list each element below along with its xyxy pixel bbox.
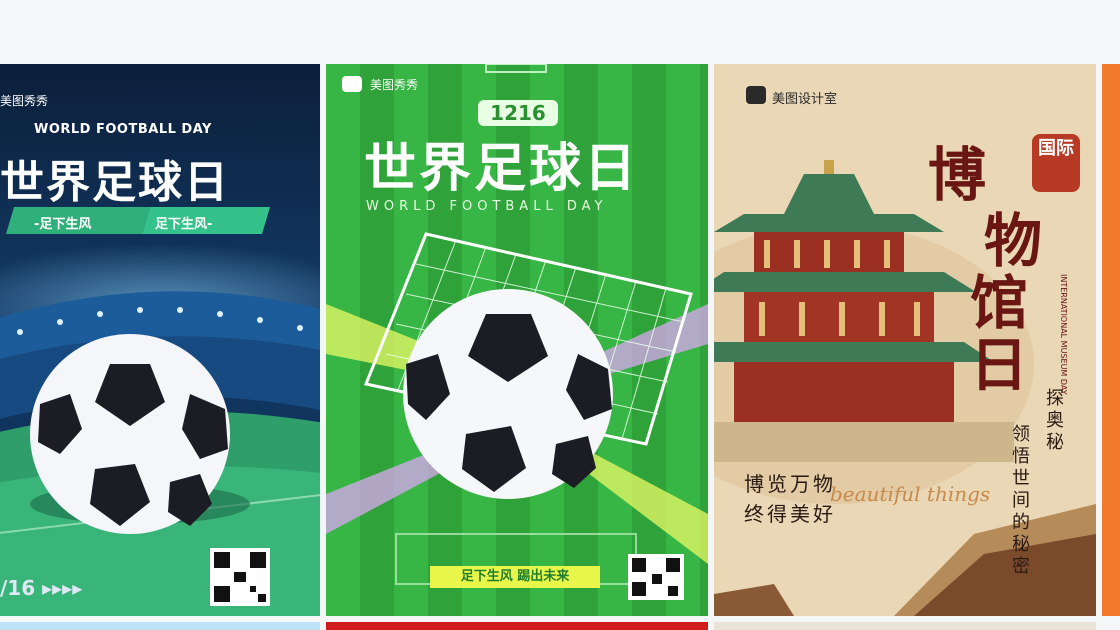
slogan-banner: 足下生风 踢出未来	[430, 566, 600, 588]
date-label: /16 ▸▸▸▸	[0, 576, 83, 600]
title-char-1: 博	[928, 141, 987, 209]
brand-logo-icon	[746, 86, 766, 104]
slogan-line-2: 终得美好	[744, 502, 836, 526]
template-card-football-green[interactable]: 美图秀秀 1216 世界足球日 WORLD FOOTBALL DAY 足下生风 …	[326, 64, 708, 616]
top-toolbar-area	[0, 0, 1120, 64]
next-row-card-3[interactable]	[714, 622, 1096, 630]
brand-label: 美图秀秀	[370, 78, 419, 92]
script-text: beautiful things	[830, 482, 991, 506]
slogan-line-1: 博览万物	[744, 472, 836, 496]
subtitle-en: WORLD FOOTBALL DAY	[34, 122, 212, 137]
brand-logo-icon	[342, 76, 362, 92]
vertical-text-2: 领悟世间的秘密	[1009, 424, 1030, 578]
template-card-partial[interactable]	[1102, 64, 1120, 616]
seal-badge: 国际	[1032, 134, 1080, 192]
qr-code-icon	[210, 548, 270, 606]
tag-2: 足下生风-	[155, 217, 213, 232]
next-row-card-1[interactable]	[0, 622, 320, 630]
template-card-museum-day[interactable]: 美图设计室 博 物 馆 日 国际 INTERNATIONAL MUSEUM DA…	[714, 64, 1096, 616]
poster-title: 世界足球日	[364, 139, 640, 199]
brand-label: 美图设计室	[772, 92, 838, 107]
tag-1: -足下生风	[34, 217, 92, 232]
title-char-4: 日	[970, 331, 1029, 399]
poster-title: 世界足球日	[0, 157, 230, 208]
vertical-text-1: 探奥秘	[1043, 388, 1064, 454]
brand-label: 美图秀秀	[0, 94, 49, 108]
date-badge: 1216	[478, 100, 558, 126]
next-row-card-2[interactable]	[326, 622, 708, 630]
subtitle-en: WORLD FOOTBALL DAY	[366, 199, 608, 214]
qr-code-icon	[628, 554, 684, 600]
template-card-football-blue[interactable]: 美图秀秀 WORLD FOOTBALL DAY 世界足球日 -足下生风 足下生风…	[0, 64, 320, 616]
subtitle-en-vertical: INTERNATIONAL MUSEUM DAY	[1059, 274, 1068, 395]
